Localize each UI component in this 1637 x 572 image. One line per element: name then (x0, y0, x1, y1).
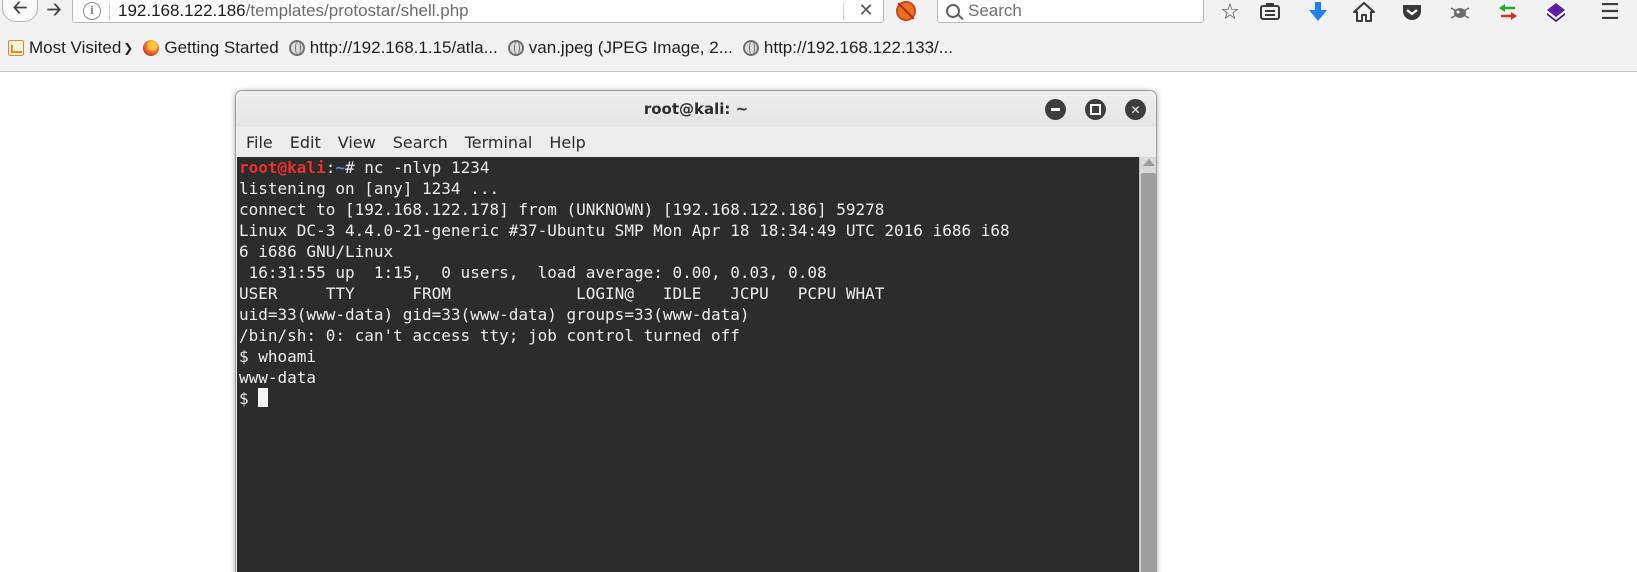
url-path: /templates/protostar/shell.php (245, 0, 469, 20)
terminal-line: listening on [any] 1234 ... (239, 179, 500, 198)
firefox-icon (143, 39, 160, 56)
vpn-cube-icon[interactable] (1544, 1, 1568, 23)
globe-icon (288, 39, 305, 56)
sync-arrows-icon[interactable] (1496, 1, 1520, 23)
url-host: 192.168.122.186 (118, 0, 246, 20)
terminal-line: uid=33(www-data) gid=33(www-data) groups… (239, 305, 750, 324)
menu-view[interactable]: View (338, 133, 376, 152)
prompt-user: root@kali (239, 158, 326, 177)
close-icon[interactable]: ✕ (853, 0, 879, 21)
terminal-line: www-data (239, 368, 317, 387)
prompt-command: # nc -nlvp 1234 (344, 158, 490, 177)
info-icon[interactable]: i (83, 1, 101, 20)
terminal-line: 6 i686 GNU/Linux (239, 242, 394, 261)
url-divider-right (843, 2, 844, 20)
terminal-line: Linux DC-3 4.4.0-21-generic #37-Ubuntu S… (239, 221, 1010, 240)
search-icon (946, 3, 960, 18)
bookmarks-toolbar: Most Visited ❯ Getting Started http://19… (0, 24, 1637, 72)
reading-list-icon[interactable] (1258, 1, 1282, 23)
browser-navbar: 🡠 🡢 i 192.168.122.186/templates/protosta… (0, 0, 1637, 25)
hamburger-menu-icon[interactable]: ☰ (1598, 0, 1622, 25)
minimize-button[interactable] (1045, 99, 1066, 120)
bookmark-label: Getting Started (164, 37, 279, 57)
menu-file[interactable]: File (246, 133, 273, 152)
prompt-separator: : (325, 158, 336, 177)
bookmark-link[interactable]: van.jpeg (JPEG Image, 2... (507, 37, 733, 58)
terminal-line: $ whoami (239, 347, 317, 366)
terminal-scrollbar[interactable] (1139, 157, 1156, 572)
home-icon[interactable] (1352, 1, 1376, 23)
bookmark-most-visited[interactable]: Most Visited ❯ (8, 38, 133, 58)
maximize-button[interactable] (1085, 99, 1106, 120)
scroll-up-icon[interactable] (1143, 159, 1155, 166)
bookmark-star-icon[interactable]: ☆ (1218, 0, 1242, 25)
menu-edit[interactable]: Edit (290, 133, 321, 152)
window-titlebar[interactable]: root@kali: ~ ✕ (236, 91, 1156, 127)
arrow-left-icon: 🡠 (12, 0, 28, 18)
extension-bug-icon[interactable] (1448, 1, 1472, 23)
scrollbar-thumb[interactable] (1141, 173, 1156, 572)
close-icon: ✕ (1130, 102, 1141, 117)
menu-search[interactable]: Search (393, 133, 448, 152)
search-input[interactable]: Search (968, 1, 1022, 21)
terminal-window[interactable]: root@kali: ~ ✕ File Edit View Search Ter… (235, 90, 1157, 572)
bookmark-label: van.jpeg (JPEG Image, 2... (528, 37, 733, 57)
terminal-line: /bin/sh: 0: can't access tty; job contro… (239, 326, 740, 345)
bookmark-getting-started[interactable]: Getting Started (143, 37, 279, 58)
search-bar[interactable]: Search (937, 0, 1204, 23)
terminal-output[interactable]: root@kali:~# nc -nlvp 1234 listening on [… (237, 157, 1139, 572)
menu-terminal[interactable]: Terminal (465, 133, 533, 152)
shell-prompt: $ (239, 389, 259, 408)
terminal-line: 16:31:55 up 1:15, 0 users, load average:… (239, 263, 827, 282)
most-visited-icon (8, 39, 24, 56)
close-button[interactable]: ✕ (1125, 99, 1146, 120)
bookmark-link[interactable]: http://192.168.122.133/... (742, 37, 953, 58)
terminal-line: connect to [192.168.122.178] from (UNKNO… (239, 200, 885, 219)
bookmark-label: http://192.168.122.133/... (763, 37, 953, 57)
bookmark-link[interactable]: http://192.168.1.15/atla... (288, 37, 498, 58)
text-cursor (258, 388, 269, 407)
terminal-line: $ (239, 388, 1137, 409)
downloads-icon[interactable] (1306, 1, 1330, 23)
back-button[interactable]: 🡠 (2, 0, 38, 22)
terminal-line: USER TTY FROM LOGIN@ IDLE JCPU PCPU WHAT (239, 284, 885, 303)
tracking-protection-icon[interactable] (896, 1, 916, 21)
bookmark-label: http://192.168.1.15/atla... (309, 37, 498, 57)
url-bar[interactable]: i 192.168.122.186/templates/protostar/sh… (72, 0, 884, 23)
menu-help[interactable]: Help (549, 133, 585, 152)
bookmark-label: Most Visited (29, 37, 122, 57)
pocket-icon[interactable] (1400, 1, 1424, 23)
chevron-down-icon: ❯ (123, 40, 134, 55)
globe-icon (507, 39, 524, 56)
terminal-text: root@kali:~# nc -nlvp 1234 listening on [… (239, 157, 1137, 409)
url-divider (109, 1, 110, 20)
terminal-menubar: File Edit View Search Terminal Help (236, 127, 1156, 157)
window-title: root@kali: ~ (643, 100, 749, 118)
forward-button[interactable]: 🡢 (40, 0, 68, 23)
globe-icon (742, 39, 759, 56)
prompt-path: ~ (335, 158, 345, 177)
arrow-right-icon: 🡢 (46, 0, 62, 20)
url-input[interactable]: 192.168.122.186/templates/protostar/shel… (118, 1, 469, 21)
terminal-line: root@kali:~# nc -nlvp 1234 (239, 157, 1137, 178)
